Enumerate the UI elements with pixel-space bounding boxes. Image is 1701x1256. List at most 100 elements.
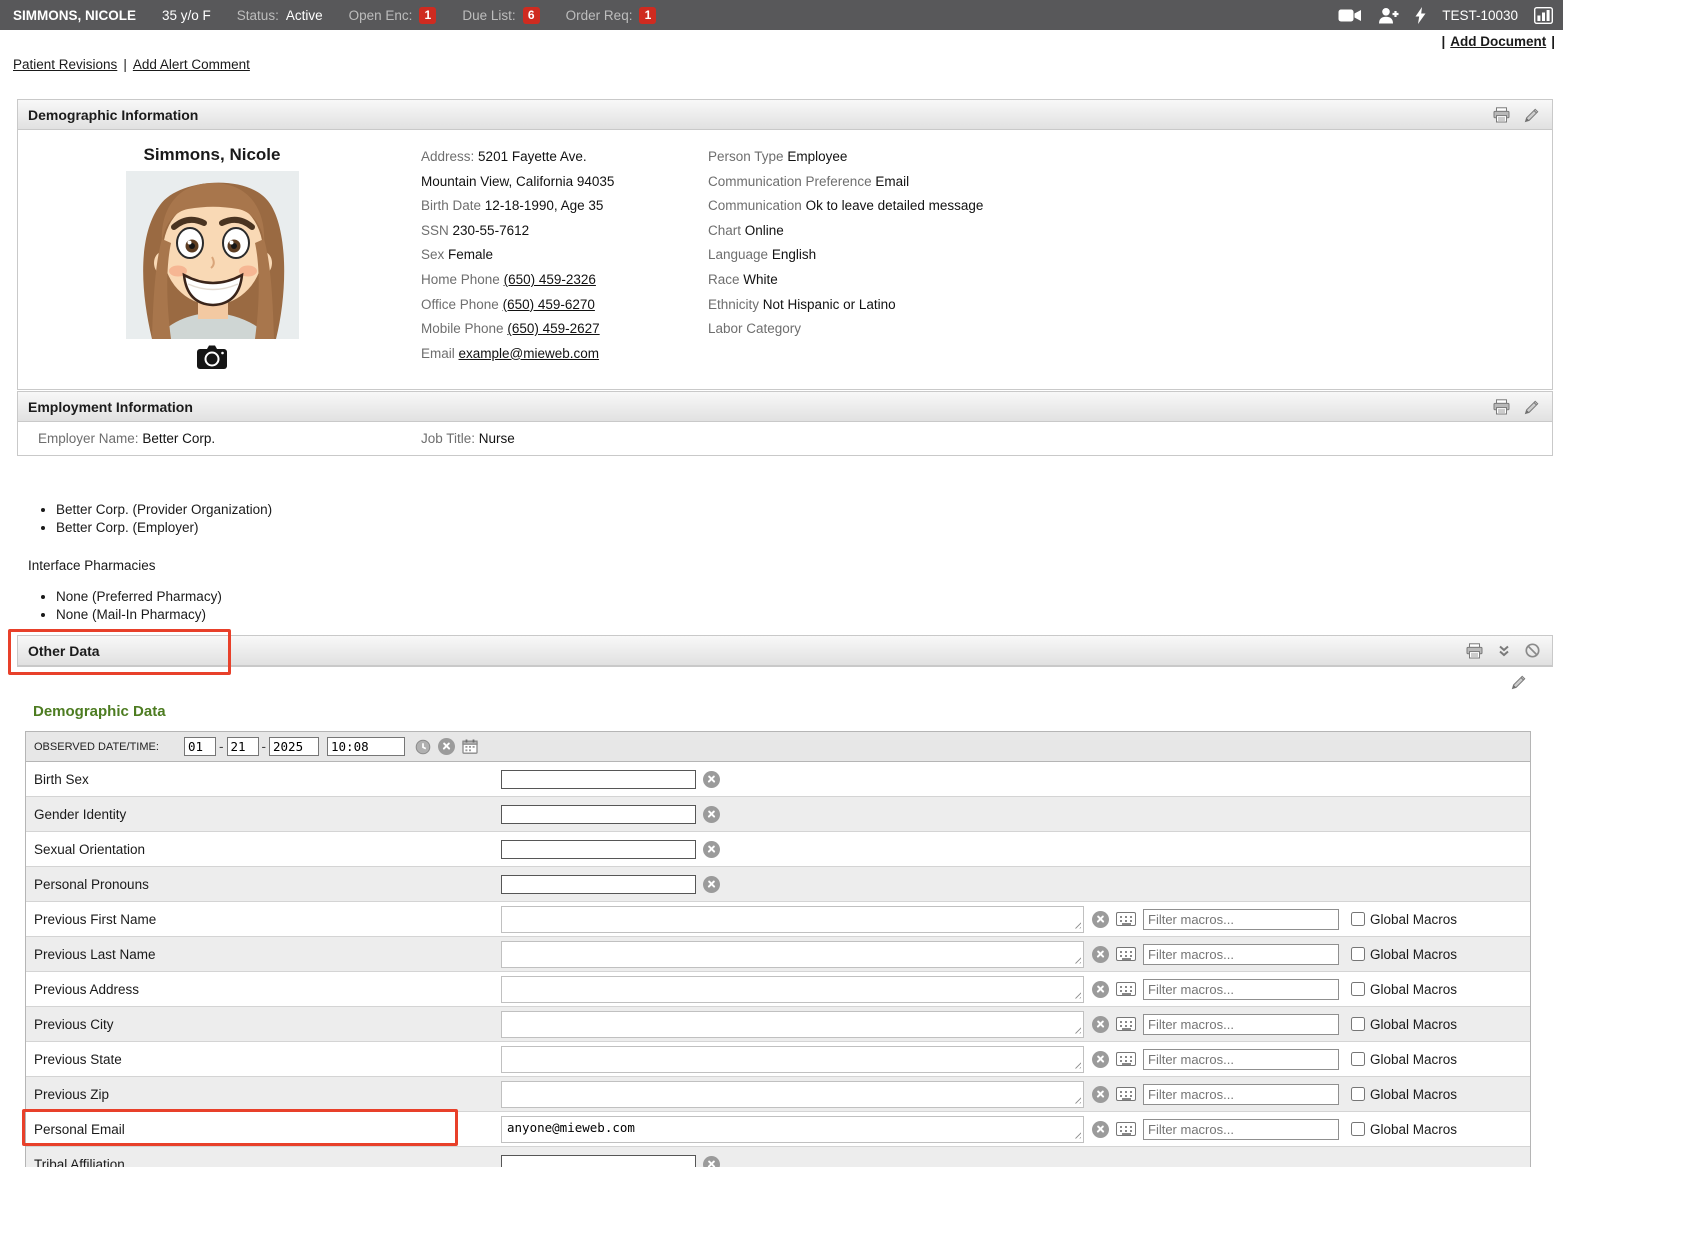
pharmacy-list: None (Preferred Pharmacy) None (Mail-In … bbox=[37, 588, 1563, 623]
patient-revisions-link[interactable]: Patient Revisions bbox=[13, 57, 117, 72]
table-row-sexual-orientation: Sexual Orientation bbox=[26, 832, 1530, 867]
row-label: Personal Email bbox=[34, 1122, 501, 1137]
demographic-fields-left: Address: 5201 Fayette Ave. Mountain View… bbox=[421, 145, 703, 373]
pipe-separator: | bbox=[1441, 34, 1445, 49]
gender-identity-input[interactable] bbox=[501, 805, 696, 824]
clear-field-icon[interactable] bbox=[1092, 1121, 1109, 1138]
field-address: Address: 5201 Fayette Ave. bbox=[421, 145, 703, 170]
previous-state-textarea[interactable] bbox=[501, 1046, 1084, 1073]
bar-chart-icon[interactable] bbox=[1534, 7, 1553, 24]
clear-field-icon[interactable] bbox=[1092, 911, 1109, 928]
keyboard-macro-icon[interactable] bbox=[1116, 1052, 1136, 1066]
previous-zip-textarea[interactable] bbox=[501, 1081, 1084, 1108]
field-birth-date: Birth Date 12-18-1990, Age 35 bbox=[421, 194, 703, 219]
clear-field-icon[interactable] bbox=[703, 1156, 720, 1168]
birth-sex-input[interactable] bbox=[501, 770, 696, 789]
filter-macros-input[interactable] bbox=[1143, 909, 1339, 930]
global-macros-checkbox[interactable] bbox=[1351, 1122, 1365, 1136]
collapse-chevrons-icon[interactable] bbox=[1497, 644, 1511, 658]
video-camera-icon[interactable] bbox=[1338, 8, 1362, 23]
calendar-icon[interactable] bbox=[462, 739, 478, 754]
print-icon[interactable] bbox=[1493, 107, 1510, 123]
field-ssn: SSN 230-55-7612 bbox=[421, 219, 703, 244]
tribal-affiliation-input[interactable] bbox=[501, 1155, 696, 1168]
add-document-link[interactable]: Add Document bbox=[1450, 34, 1546, 49]
global-macros-checkbox[interactable] bbox=[1351, 982, 1365, 996]
print-icon[interactable] bbox=[1493, 399, 1510, 415]
global-macros-label: Global Macros bbox=[1370, 982, 1457, 997]
field-email: Email example@mieweb.com bbox=[421, 342, 703, 367]
global-macros-checkbox[interactable] bbox=[1351, 1052, 1365, 1066]
clear-field-icon[interactable] bbox=[1092, 1016, 1109, 1033]
add-alert-comment-link[interactable]: Add Alert Comment bbox=[133, 57, 250, 72]
due-list-group[interactable]: Due List: 6 bbox=[462, 7, 539, 24]
edit-pencil-icon[interactable] bbox=[1511, 673, 1527, 691]
date-separator: - bbox=[219, 739, 224, 754]
list-item: Better Corp. (Employer) bbox=[56, 519, 1563, 537]
panel-title: Other Data bbox=[28, 643, 100, 659]
clear-datetime-icon[interactable] bbox=[438, 738, 455, 755]
panel-title: Employment Information bbox=[28, 399, 193, 415]
clear-field-icon[interactable] bbox=[703, 841, 720, 858]
edit-pencil-icon[interactable] bbox=[1524, 107, 1540, 123]
due-list-badge[interactable]: 6 bbox=[523, 7, 540, 24]
global-macros-label: Global Macros bbox=[1370, 1017, 1457, 1032]
lightning-icon[interactable] bbox=[1415, 7, 1426, 24]
mobile-phone-link[interactable]: (650) 459-2627 bbox=[507, 321, 599, 336]
clear-field-icon[interactable] bbox=[1092, 981, 1109, 998]
clear-field-icon[interactable] bbox=[1092, 1051, 1109, 1068]
global-macros-checkbox[interactable] bbox=[1351, 1017, 1365, 1031]
photo-camera-icon[interactable] bbox=[196, 344, 228, 370]
clear-field-icon[interactable] bbox=[703, 806, 720, 823]
observed-datetime-label: OBSERVED DATE/TIME: bbox=[34, 741, 182, 753]
sexual-orientation-input[interactable] bbox=[501, 840, 696, 859]
clear-field-icon[interactable] bbox=[1092, 946, 1109, 963]
filter-macros-input[interactable] bbox=[1143, 944, 1339, 965]
filter-macros-input[interactable] bbox=[1143, 1049, 1339, 1070]
global-macros-checkbox[interactable] bbox=[1351, 912, 1365, 926]
table-row-previous-first-name: Previous First Name Global Macros bbox=[26, 902, 1530, 937]
row-label: Previous City bbox=[34, 1017, 501, 1032]
office-phone-link[interactable]: (650) 459-6270 bbox=[503, 297, 595, 312]
open-enc-badge[interactable]: 1 bbox=[419, 7, 436, 24]
keyboard-macro-icon[interactable] bbox=[1116, 947, 1136, 961]
filter-macros-input[interactable] bbox=[1143, 1119, 1339, 1140]
table-row-tribal-affiliation: Tribal Affiliation bbox=[26, 1147, 1530, 1167]
observed-year-input[interactable] bbox=[269, 737, 319, 756]
email-link[interactable]: example@mieweb.com bbox=[459, 346, 600, 361]
clock-icon[interactable] bbox=[415, 739, 431, 755]
observed-month-input[interactable] bbox=[184, 737, 216, 756]
previous-address-textarea[interactable] bbox=[501, 976, 1084, 1003]
field-mobile-phone: Mobile Phone (650) 459-2627 bbox=[421, 317, 703, 342]
clear-field-icon[interactable] bbox=[703, 876, 720, 893]
previous-city-textarea[interactable] bbox=[501, 1011, 1084, 1038]
edit-pencil-icon[interactable] bbox=[1524, 399, 1540, 415]
observed-day-input[interactable] bbox=[227, 737, 259, 756]
add-person-icon[interactable] bbox=[1378, 7, 1399, 24]
previous-first-name-textarea[interactable] bbox=[501, 906, 1084, 933]
order-req-group[interactable]: Order Req: 1 bbox=[566, 7, 657, 24]
disable-icon[interactable] bbox=[1525, 643, 1540, 658]
row-label: Previous Address bbox=[34, 982, 501, 997]
open-encounters-group[interactable]: Open Enc: 1 bbox=[349, 7, 437, 24]
keyboard-macro-icon[interactable] bbox=[1116, 1017, 1136, 1031]
filter-macros-input[interactable] bbox=[1143, 1014, 1339, 1035]
order-req-badge[interactable]: 1 bbox=[639, 7, 656, 24]
previous-last-name-textarea[interactable] bbox=[501, 941, 1084, 968]
global-macros-checkbox[interactable] bbox=[1351, 1087, 1365, 1101]
keyboard-macro-icon[interactable] bbox=[1116, 1087, 1136, 1101]
personal-email-textarea[interactable]: anyone@mieweb.com bbox=[501, 1116, 1084, 1143]
global-macros-checkbox[interactable] bbox=[1351, 947, 1365, 961]
clear-field-icon[interactable] bbox=[1092, 1086, 1109, 1103]
personal-pronouns-input[interactable] bbox=[501, 875, 696, 894]
filter-macros-input[interactable] bbox=[1143, 979, 1339, 1000]
clear-field-icon[interactable] bbox=[703, 771, 720, 788]
date-separator: - bbox=[262, 739, 267, 754]
home-phone-link[interactable]: (650) 459-2326 bbox=[504, 272, 596, 287]
print-icon[interactable] bbox=[1466, 643, 1483, 659]
filter-macros-input[interactable] bbox=[1143, 1084, 1339, 1105]
keyboard-macro-icon[interactable] bbox=[1116, 982, 1136, 996]
keyboard-macro-icon[interactable] bbox=[1116, 912, 1136, 926]
keyboard-macro-icon[interactable] bbox=[1116, 1122, 1136, 1136]
observed-time-input[interactable] bbox=[327, 737, 405, 756]
